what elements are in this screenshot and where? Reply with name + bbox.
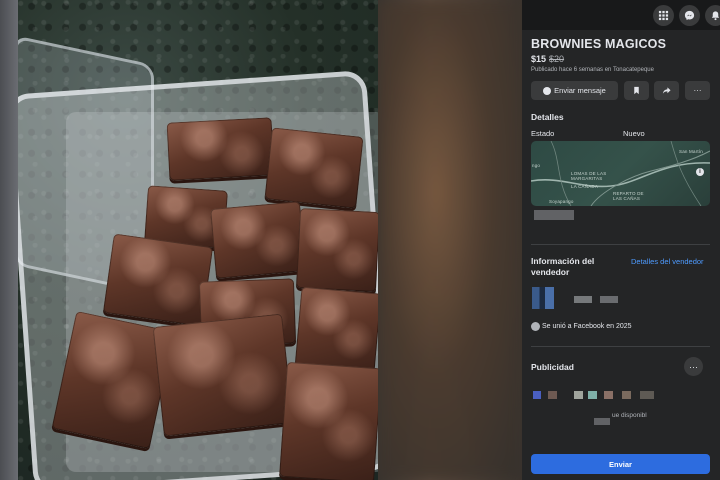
ad-redacted <box>548 391 557 399</box>
map-label: Soyapango <box>549 199 574 204</box>
message-box[interactable] <box>531 403 710 445</box>
top-bar <box>522 0 720 30</box>
divider <box>531 244 710 245</box>
redacted-location <box>534 210 574 220</box>
blurred-backdrop <box>378 0 522 480</box>
notifications-icon[interactable] <box>705 5 720 26</box>
seller-name-redacted <box>574 296 592 303</box>
bookmark-icon <box>634 86 639 95</box>
ad-redacted <box>574 391 583 399</box>
message-redacted <box>594 418 610 425</box>
ad-redacted <box>640 391 654 399</box>
brownie-piece <box>152 313 294 437</box>
listing-sidebar: BROWNIES MAGICOS $15 $20 Publicado hace 6… <box>522 0 720 480</box>
map-label: San Martín <box>679 149 704 154</box>
ad-redacted <box>588 391 597 399</box>
brownie-piece <box>264 127 364 209</box>
map-label: LA CAÑADA <box>571 184 599 189</box>
seller-joined: Se unió a Facebook en 2025 <box>542 323 632 330</box>
more-options-button[interactable]: ··· <box>685 81 710 100</box>
original-price: $20 <box>549 54 565 64</box>
listing-photo[interactable] <box>18 0 378 480</box>
apps-grid-icon[interactable] <box>653 5 674 26</box>
condition-label: Estado <box>531 129 555 138</box>
info-icon[interactable]: i <box>696 168 704 176</box>
send-message-label: Enviar mensaje <box>554 86 606 95</box>
messenger-icon[interactable] <box>679 5 700 26</box>
share-icon <box>662 87 671 94</box>
divider <box>531 346 710 347</box>
ads-heading: Publicidad <box>531 362 574 372</box>
photo-viewer[interactable] <box>0 0 522 480</box>
brownie-piece <box>210 201 306 279</box>
details-heading: Detalles <box>531 112 564 122</box>
map-label: REPARTO DE LAS CAÑAS <box>613 191 644 201</box>
ad-redacted <box>622 391 631 399</box>
brownie-piece <box>295 207 378 293</box>
seller-heading: Información del vendedor <box>531 256 595 277</box>
globe-icon <box>531 322 540 331</box>
map-label: LOMAS DE LAS MARGARITAS <box>571 171 607 181</box>
location-map[interactable]: ngo San Martín LOMAS DE LAS MARGARITAS L… <box>531 141 710 206</box>
seller-details-link[interactable]: Detalles del vendedor <box>631 257 704 266</box>
message-fragment: ue disponibl <box>612 412 647 419</box>
more-icon: ··· <box>689 361 698 372</box>
brownie-piece <box>279 361 378 480</box>
seller-name-redacted <box>600 296 618 303</box>
current-price: $15 <box>531 54 547 64</box>
ad-redacted <box>604 391 613 399</box>
ad-redacted <box>533 391 541 399</box>
map-label: ngo <box>532 163 541 168</box>
posted-info: Publicado hace 6 semanas en Tonacatepequ… <box>531 67 654 73</box>
brownie-piece <box>294 286 378 374</box>
save-button[interactable] <box>624 81 649 100</box>
listing-title: BROWNIES MAGICOS <box>531 37 667 51</box>
share-button[interactable] <box>654 81 679 100</box>
action-row: Enviar mensaje ··· <box>531 81 710 100</box>
more-icon: ··· <box>693 85 702 95</box>
send-button[interactable]: Enviar <box>531 454 710 474</box>
ads-more-button[interactable]: ··· <box>684 357 703 376</box>
brownie-piece <box>102 233 214 327</box>
listing-price: $15 $20 <box>531 54 564 64</box>
condition-value: Nuevo <box>623 129 645 138</box>
brownie-piece <box>166 117 275 181</box>
send-message-button[interactable]: Enviar mensaje <box>531 81 618 100</box>
messenger-bolt-icon <box>543 86 552 95</box>
seller-avatar[interactable] <box>532 287 554 309</box>
